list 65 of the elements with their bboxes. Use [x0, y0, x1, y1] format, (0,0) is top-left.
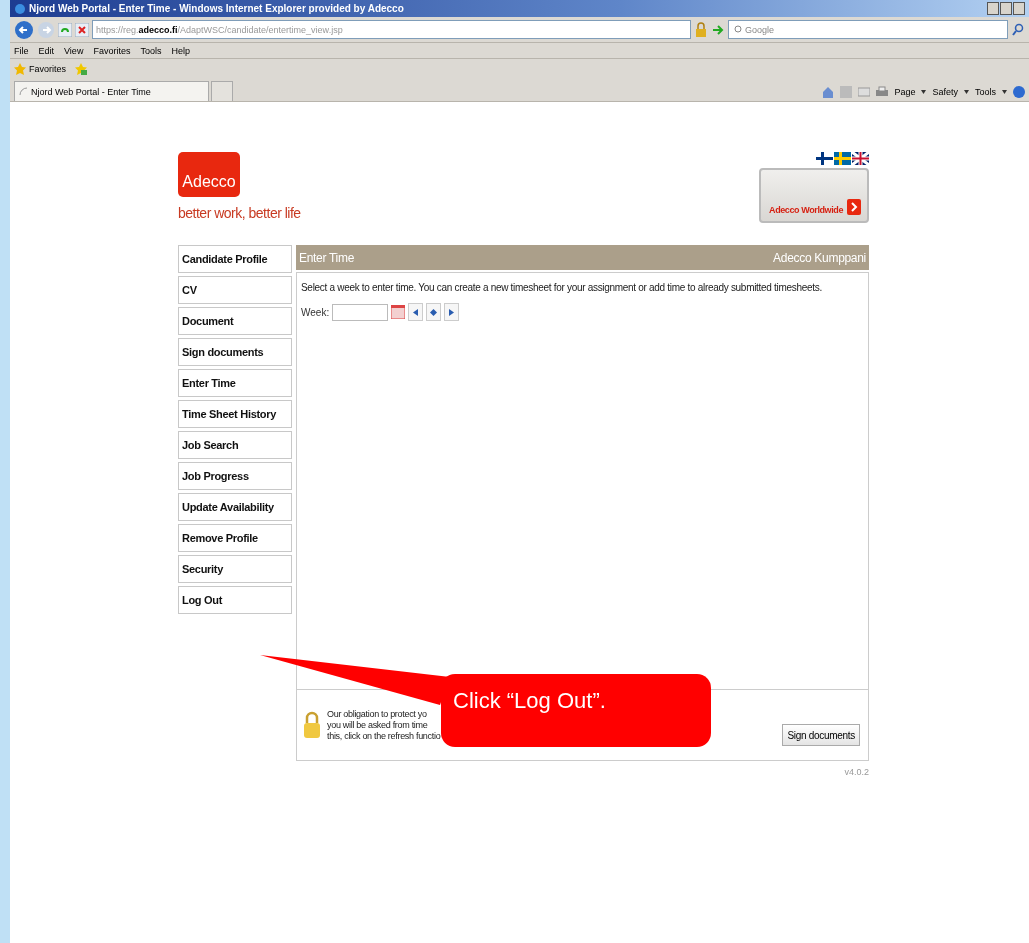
refresh-icon[interactable]	[58, 22, 72, 37]
current-week-button[interactable]	[426, 303, 442, 321]
uk-flag-icon[interactable]	[852, 152, 869, 165]
lock-icon[interactable]	[694, 21, 708, 38]
partner-name: Adecco Kumppani	[773, 250, 866, 265]
callout: Click “Log Out”.	[441, 674, 711, 747]
help-icon[interactable]	[1013, 85, 1025, 98]
menu-item[interactable]: Help	[171, 45, 190, 56]
worldwide-button[interactable]: Adecco Worldwide	[759, 168, 869, 223]
command-menu[interactable]: Tools	[975, 86, 996, 97]
logo: Adecco	[178, 152, 240, 197]
chevron-right-icon	[847, 199, 861, 215]
home-icon[interactable]	[822, 85, 835, 98]
address-field[interactable]: https://reg.adecco.fi/AdaptWSC/candidate/entertime_view.jsp	[92, 20, 691, 39]
go-arrow-icon[interactable]	[711, 22, 725, 37]
nav-item[interactable]: Document	[178, 307, 292, 335]
nav-item[interactable]: Job Progress	[178, 462, 292, 490]
menu-item[interactable]: File	[14, 45, 29, 56]
nav-item[interactable]: Sign documents	[178, 338, 292, 366]
caret-icon[interactable]	[921, 89, 927, 94]
search-field[interactable]: Google	[728, 20, 1008, 39]
nav-item[interactable]: Time Sheet History	[178, 400, 292, 428]
search-icon	[733, 25, 742, 34]
command-menu[interactable]: Safety	[932, 86, 958, 97]
browser-tab[interactable]: Njord Web Portal - Enter Time	[14, 81, 209, 101]
instructions: Select a week to enter time. You can create a new timesheet for your assignment or add time to already submitted timesheets.	[301, 282, 823, 293]
triangle-right-icon	[449, 308, 455, 316]
nav-item[interactable]: CV	[178, 276, 292, 304]
star-icon	[14, 63, 26, 75]
window-title: Njord Web Portal - Enter Time - Windows Internet Explorer provided by Adecco	[29, 3, 404, 14]
printer-icon[interactable]	[876, 85, 889, 98]
finnish-flag-icon[interactable]	[816, 152, 833, 165]
favorites-button[interactable]: Favorites	[14, 63, 66, 75]
menu-item[interactable]: Edit	[38, 45, 55, 56]
week-label: Week:	[301, 306, 330, 318]
caret-icon[interactable]	[1002, 89, 1007, 94]
tagline: better work, better life	[178, 205, 301, 221]
command-menu[interactable]: Page	[894, 86, 916, 97]
padlock-icon	[303, 711, 321, 739]
privacy-notice: Our obligation to protect yo you will be asked from time this, click on the refresh functio	[327, 709, 441, 741]
caret-icon[interactable]	[964, 89, 969, 94]
week-field[interactable]	[332, 303, 389, 321]
version-label: v4.0.2	[844, 767, 869, 777]
back-icon[interactable]	[14, 19, 34, 40]
nav-item[interactable]: Remove Profile	[178, 524, 292, 552]
diamond-icon	[430, 308, 438, 316]
stop-icon[interactable]	[75, 22, 89, 37]
calendar-icon[interactable]	[391, 305, 406, 319]
menu-item[interactable]: View	[64, 45, 84, 56]
menu-item[interactable]: Favorites	[93, 45, 131, 56]
sign-documents-button[interactable]: Sign documents	[782, 724, 860, 746]
nav-item[interactable]: Update Availability	[178, 493, 292, 521]
nav-item[interactable]: Security	[178, 555, 292, 583]
swedish-flag-icon[interactable]	[834, 152, 851, 165]
nav-item[interactable]: Job Search	[178, 431, 292, 459]
nav-item[interactable]: Log Out	[178, 586, 292, 614]
nav-item[interactable]: Enter Time	[178, 369, 292, 397]
search-icon[interactable]	[1011, 22, 1025, 37]
triangle-left-icon	[413, 308, 419, 316]
loading-icon	[19, 87, 28, 96]
section-title: Enter Time	[299, 250, 355, 265]
next-week-button[interactable]	[444, 303, 460, 321]
menu-item[interactable]: Tools	[140, 45, 162, 56]
nav-item[interactable]: Candidate Profile	[178, 245, 292, 273]
previous-week-button[interactable]	[408, 303, 424, 321]
